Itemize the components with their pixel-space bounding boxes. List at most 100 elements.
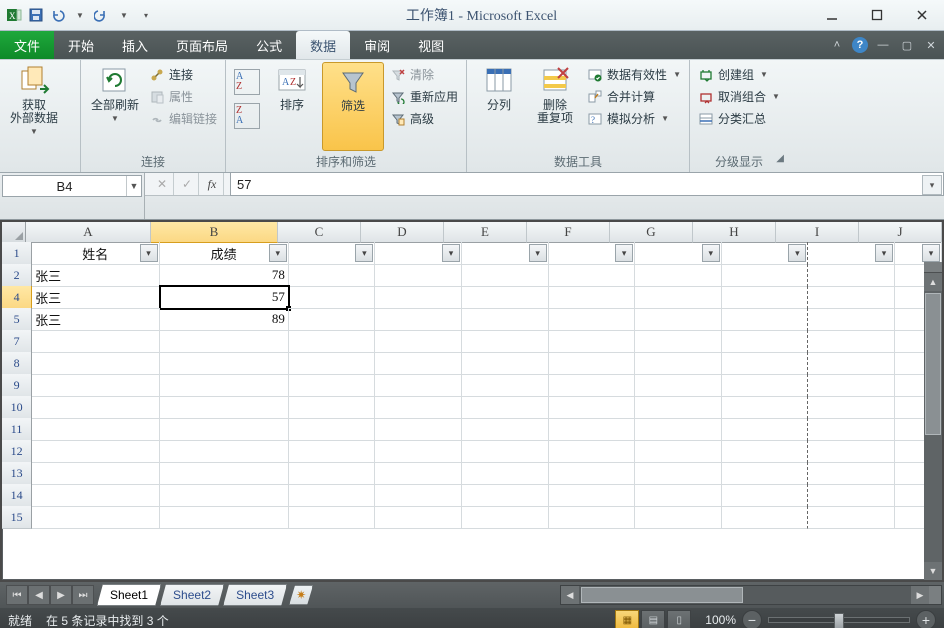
sheet-tab-sheet3[interactable]: Sheet3 bbox=[223, 584, 287, 606]
cell-F7[interactable] bbox=[549, 330, 636, 353]
cell-G4[interactable] bbox=[635, 286, 722, 309]
insert-sheet-button[interactable]: ✷ bbox=[289, 585, 313, 605]
get-external-data-button[interactable]: 获取 外部数据 ▼ bbox=[6, 62, 62, 154]
qat-customize-icon[interactable]: ▾ bbox=[138, 7, 154, 23]
cell-I15[interactable] bbox=[808, 506, 895, 529]
cell-B15[interactable] bbox=[160, 506, 289, 529]
cell-A10[interactable] bbox=[32, 396, 159, 419]
row-header-8[interactable]: 8 bbox=[2, 352, 32, 375]
zoom-slider[interactable] bbox=[768, 617, 910, 623]
minimize-button[interactable] bbox=[809, 4, 854, 26]
cell-G15[interactable] bbox=[635, 506, 722, 529]
cell-C8[interactable] bbox=[289, 352, 376, 375]
undo-icon[interactable] bbox=[50, 7, 66, 23]
cell-D10[interactable] bbox=[375, 396, 462, 419]
cell-G8[interactable] bbox=[635, 352, 722, 375]
view-page-break-button[interactable]: ▯ bbox=[667, 610, 691, 628]
row-header-11[interactable]: 11 bbox=[2, 418, 32, 441]
advanced-filter-button[interactable]: 高级 bbox=[388, 109, 460, 128]
cell-B9[interactable] bbox=[160, 374, 289, 397]
cell-C9[interactable] bbox=[289, 374, 376, 397]
cell-G1[interactable]: ▾ bbox=[635, 242, 722, 265]
cell-G10[interactable] bbox=[635, 396, 722, 419]
outline-dialog-launcher-icon[interactable]: ◢ bbox=[776, 153, 784, 164]
zoom-in-button[interactable]: + bbox=[916, 610, 936, 628]
cell-E7[interactable] bbox=[462, 330, 549, 353]
cell-H11[interactable] bbox=[722, 418, 809, 441]
reapply-button[interactable]: 重新应用 bbox=[388, 87, 460, 106]
cell-E2[interactable] bbox=[462, 264, 549, 287]
horizontal-scrollbar[interactable]: ◀ ▶ bbox=[560, 585, 942, 605]
save-icon[interactable] bbox=[28, 7, 44, 23]
cell-E1[interactable]: ▾ bbox=[462, 242, 549, 265]
cell-G14[interactable] bbox=[635, 484, 722, 507]
connections-button[interactable]: 连接 bbox=[147, 65, 219, 84]
cell-B1[interactable]: 成绩▾ bbox=[160, 242, 289, 265]
cell-F9[interactable] bbox=[549, 374, 636, 397]
column-header-B[interactable]: B bbox=[151, 222, 278, 243]
cell-D7[interactable] bbox=[375, 330, 462, 353]
cell-I12[interactable] bbox=[808, 440, 895, 463]
column-header-H[interactable]: H bbox=[693, 222, 776, 243]
split-box-v[interactable] bbox=[924, 262, 942, 273]
filter-dropdown-G[interactable]: ▾ bbox=[702, 244, 720, 262]
column-header-J[interactable]: J bbox=[859, 222, 942, 243]
cell-A11[interactable] bbox=[32, 418, 159, 441]
name-box-dropdown-icon[interactable]: ▼ bbox=[126, 176, 141, 196]
group-button[interactable]: 创建组 ▼ bbox=[696, 65, 782, 84]
cell-G5[interactable] bbox=[635, 308, 722, 331]
cell-C11[interactable] bbox=[289, 418, 376, 441]
cell-H4[interactable] bbox=[722, 286, 809, 309]
cell-I10[interactable] bbox=[808, 396, 895, 419]
filter-dropdown-H[interactable]: ▾ bbox=[788, 244, 806, 262]
cell-G11[interactable] bbox=[635, 418, 722, 441]
row-header-14[interactable]: 14 bbox=[2, 484, 32, 507]
row-header-15[interactable]: 15 bbox=[2, 506, 32, 529]
row-header-1[interactable]: 1 bbox=[2, 242, 32, 265]
column-header-C[interactable]: C bbox=[278, 222, 361, 243]
sort-desc-button[interactable]: ZA bbox=[232, 102, 262, 130]
consolidate-button[interactable]: 合并计算 bbox=[585, 87, 683, 106]
cell-I9[interactable] bbox=[808, 374, 895, 397]
data-validation-button[interactable]: 数据有效性 ▼ bbox=[585, 65, 683, 84]
redo-dropdown-icon[interactable]: ▼ bbox=[116, 7, 132, 23]
zoom-value[interactable]: 100% bbox=[705, 613, 736, 627]
tab-file[interactable]: 文件 bbox=[0, 31, 54, 59]
cell-H9[interactable] bbox=[722, 374, 809, 397]
cell-A14[interactable] bbox=[32, 484, 159, 507]
mdi-minimize-icon[interactable]: — bbox=[874, 36, 892, 54]
cell-F4[interactable] bbox=[549, 286, 636, 309]
cell-A12[interactable] bbox=[32, 440, 159, 463]
split-box-h[interactable] bbox=[929, 586, 941, 604]
column-header-D[interactable]: D bbox=[361, 222, 444, 243]
cell-H8[interactable] bbox=[722, 352, 809, 375]
row-header-4[interactable]: 4 bbox=[2, 286, 32, 309]
view-normal-button[interactable]: ▦ bbox=[615, 610, 639, 628]
cell-D14[interactable] bbox=[375, 484, 462, 507]
cell-C2[interactable] bbox=[289, 264, 376, 287]
cell-D11[interactable] bbox=[375, 418, 462, 441]
cell-F1[interactable]: ▾ bbox=[549, 242, 636, 265]
maximize-button[interactable] bbox=[854, 4, 899, 26]
cell-I11[interactable] bbox=[808, 418, 895, 441]
cell-E4[interactable] bbox=[462, 286, 549, 309]
cell-F12[interactable] bbox=[549, 440, 636, 463]
cell-I7[interactable] bbox=[808, 330, 895, 353]
undo-dropdown-icon[interactable]: ▼ bbox=[72, 7, 88, 23]
cell-I13[interactable] bbox=[808, 462, 895, 485]
cell-D8[interactable] bbox=[375, 352, 462, 375]
cell-G12[interactable] bbox=[635, 440, 722, 463]
cell-H10[interactable] bbox=[722, 396, 809, 419]
filter-dropdown-B[interactable]: ▾ bbox=[269, 244, 287, 262]
cell-H13[interactable] bbox=[722, 462, 809, 485]
cell-G13[interactable] bbox=[635, 462, 722, 485]
row-header-12[interactable]: 12 bbox=[2, 440, 32, 463]
sheet-tab-sheet1[interactable]: Sheet1 bbox=[97, 584, 161, 606]
cell-H12[interactable] bbox=[722, 440, 809, 463]
remove-duplicates-button[interactable]: 删除 重复项 bbox=[529, 62, 581, 151]
row-header-2[interactable]: 2 bbox=[2, 264, 32, 287]
zoom-out-button[interactable]: − bbox=[742, 610, 762, 628]
scroll-right-icon[interactable]: ▶ bbox=[911, 586, 929, 604]
filter-dropdown-I[interactable]: ▾ bbox=[875, 244, 893, 262]
cell-E13[interactable] bbox=[462, 462, 549, 485]
